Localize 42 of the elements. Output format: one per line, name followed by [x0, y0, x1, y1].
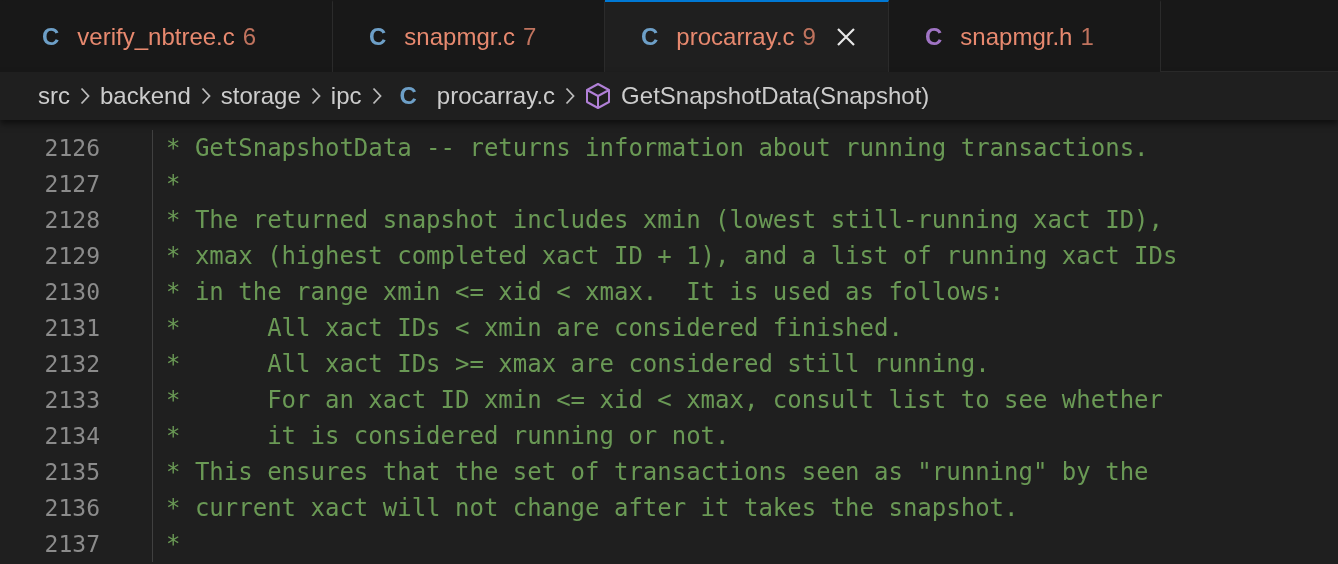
- line-number: 2137: [43, 531, 100, 557]
- code-comment: * The returned snapshot includes xmin (lowest still-running xact ID),: [166, 206, 1163, 234]
- breadcrumb-item[interactable]: src: [38, 82, 70, 110]
- code-comment: * All xact IDs < xmin are considered finished.: [166, 314, 903, 342]
- code-comment: * current xact will not change after it takes the snapshot.: [166, 494, 1019, 522]
- line-number: 2135: [43, 459, 100, 485]
- line-number: 2132: [43, 351, 100, 377]
- code-comment: * it is considered running or not.: [166, 422, 730, 450]
- breadcrumb-item[interactable]: ipc: [330, 82, 362, 110]
- editor-tab[interactable]: C verify_nbtree.c 6: [0, 0, 333, 72]
- line-number: 2134: [43, 423, 100, 449]
- line-number: 2130: [43, 279, 100, 305]
- code-comment: * in the range xmin <= xid < xmax. It is used as follows:: [166, 278, 1005, 306]
- chevron-icon: [80, 87, 90, 105]
- editor-tab[interactable]: C procarray.c 9: [605, 0, 889, 72]
- code-comment: * All xact IDs >= xmax are considered still running.: [166, 350, 990, 378]
- code-comment: * GetSnapshotData -- returns information about running transactions.: [166, 134, 1149, 162]
- close-icon[interactable]: [835, 27, 856, 47]
- chevron-icon: [565, 87, 576, 105]
- chevron-icon: [200, 87, 211, 105]
- line-number: 2127: [43, 171, 100, 197]
- editor-tab[interactable]: C snapmgr.c 7: [333, 0, 605, 72]
- code-comment: * This ensures that the set of transactions seen as "running" by the: [166, 458, 1149, 486]
- code-comment: *: [166, 530, 181, 558]
- line-number: 2131: [43, 315, 100, 341]
- editor-tab[interactable]: C snapmgr.h 1: [889, 0, 1161, 72]
- line-number: 2136: [43, 495, 100, 521]
- code-comment: * xmax (highest completed xact ID + 1), and a list of running xact IDs: [166, 242, 1178, 270]
- code-comment: *: [166, 170, 181, 198]
- line-number: 2128: [43, 207, 100, 233]
- breadcrumb-item[interactable]: backend: [100, 82, 191, 110]
- code-comment: * For an xact ID xmin <= xid < xmax, consult list to see whether: [166, 386, 1163, 414]
- line-number: 2133: [43, 387, 100, 413]
- breadcrumb-item[interactable]: GetSnapshotData(Snapshot): [621, 82, 930, 110]
- line-number: 2126: [43, 135, 100, 161]
- line-number: 2129: [43, 243, 100, 269]
- breadcrumb-item[interactable]: procarray.c: [436, 82, 556, 110]
- chevron-icon: [371, 87, 382, 105]
- chevron-icon: [310, 87, 321, 105]
- breadcrumb-item[interactable]: storage: [220, 82, 301, 110]
- cube-icon: [585, 82, 612, 110]
- file-type-label: C: [399, 82, 417, 110]
